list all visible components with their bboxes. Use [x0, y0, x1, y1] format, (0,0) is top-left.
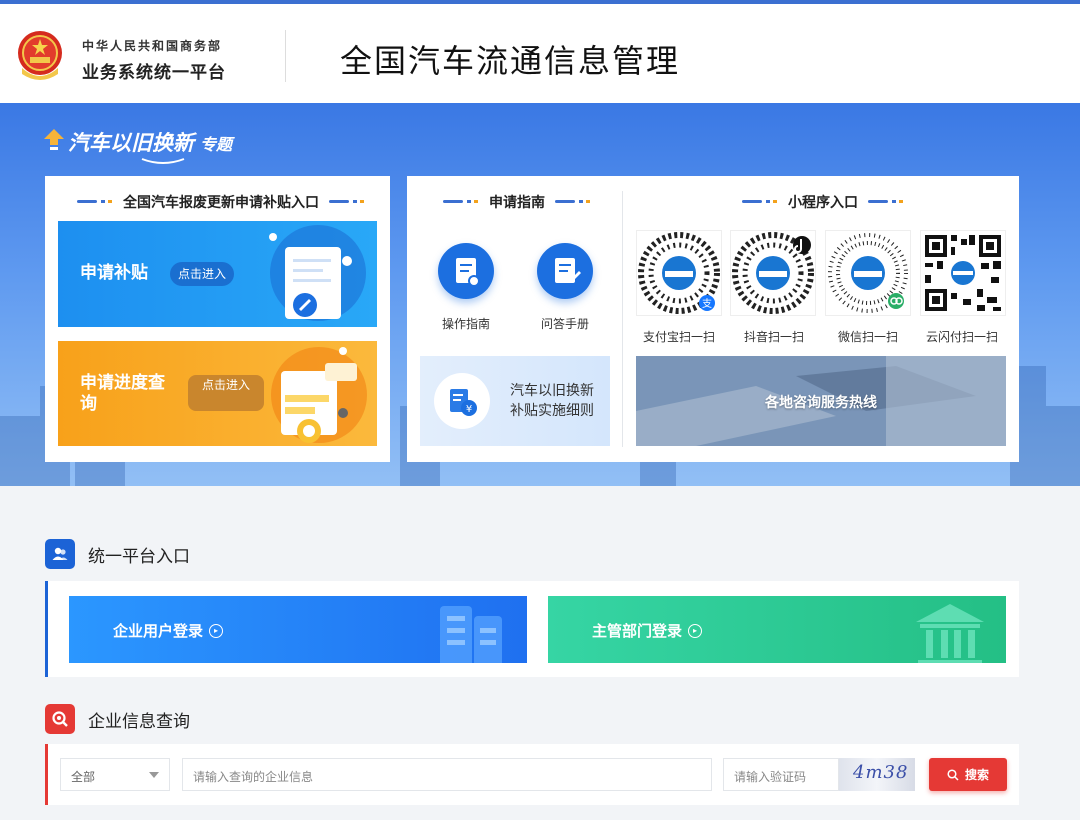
svg-text:支: 支 [702, 298, 712, 310]
application-guide-title: 申请指南 [489, 195, 545, 211]
application-progress-label: 申请进度查询 [80, 373, 165, 414]
subsidy-entry-heading: 全国汽车报废更新申请补贴入口 [77, 192, 365, 212]
rules-circle: ¥ [434, 373, 490, 429]
douyin-scan-label: 抖音扫一扫 [744, 330, 805, 344]
douyin-miniapp-qr-icon [732, 232, 814, 314]
national-emblem-icon [18, 31, 62, 80]
operation-guide-label: 操作指南 [442, 317, 491, 331]
document-badge-icon [438, 243, 494, 299]
topic-banner: 汽车以旧换新 专题 全国汽车报废更新申请补贴入口 申请补贴 点击进入 申请进度查… [0, 103, 1080, 486]
authority-login-button[interactable]: 主管部门登录 ▸ [548, 596, 1006, 663]
apply-subsidy-button[interactable]: 点击进入 [170, 262, 234, 286]
arrow-right-circle-icon: ▸ [209, 623, 224, 638]
miniapp-heading: 小程序入口 [742, 192, 904, 212]
unionpay-scan-label: 云闪付扫一扫 [926, 330, 999, 344]
company-query-panel: 全部 请输入查询的企业信息 请输入验证码 4m38 搜索 [45, 744, 1019, 805]
captcha-text: 4m38 [853, 762, 909, 783]
special-topic-title: 汽车以旧换新 [68, 131, 194, 155]
douyin-qr-code [730, 230, 816, 316]
government-building-icon [916, 604, 984, 663]
company-search-input[interactable]: 请输入查询的企业信息 [182, 758, 712, 791]
authority-login-label: 主管部门登录 [592, 622, 683, 640]
search-icon [947, 768, 959, 781]
chevron-down-icon [149, 772, 159, 778]
progress-document-icon [271, 347, 367, 443]
faq-manual-label: 问答手册 [541, 317, 590, 331]
special-topic-suffix: 专题 [200, 135, 233, 154]
company-query-title: 企业信息查询 [88, 711, 190, 732]
captcha-image[interactable]: 4m38 [839, 758, 915, 791]
consultation-hotline-label: 各地咨询服务热线 [765, 395, 877, 411]
users-icon [45, 539, 75, 569]
application-guide-heading: 申请指南 [443, 192, 591, 212]
platform-name: 业务系统统一平台 [82, 63, 226, 83]
alipay-scan-label: 支付宝扫一扫 [643, 330, 716, 344]
captcha-input[interactable]: 请输入验证码 [723, 758, 839, 791]
upgrade-arrow-icon [44, 129, 64, 150]
wechat-scan-label: 微信扫一扫 [838, 330, 899, 344]
apply-subsidy-tile[interactable]: 申请补贴 点击进入 [58, 221, 377, 327]
miniapp-title: 小程序入口 [788, 195, 858, 211]
captcha-placeholder: 请输入验证码 [734, 770, 807, 784]
header-divider [285, 30, 286, 82]
unionpay-qr-code [920, 230, 1006, 316]
yuan-document-icon: ¥ [450, 389, 477, 416]
scope-select[interactable]: 全部 [60, 758, 170, 791]
application-progress-button[interactable]: 点击进入 [188, 375, 264, 411]
subsidy-rules-link[interactable]: ¥ 汽车以旧换新补贴实施细则 [420, 356, 610, 446]
ministry-name: 中华人民共和国商务部 [82, 39, 223, 53]
enterprise-login-label: 企业用户登录 [113, 622, 204, 640]
system-title: 全国汽车流通信息管理 [340, 42, 681, 80]
guide-and-miniapp-card: 申请指南 操作指南 问答手册 ¥ 汽车以旧换新补贴实施细则 小程序入口 支 支付… [407, 176, 1019, 462]
swoosh-decoration [141, 158, 185, 164]
site-header: 中华人民共和国商务部 业务系统统一平台 全国汽车流通信息管理 [0, 4, 1080, 103]
enterprise-login-button[interactable]: 企业用户登录 ▸ [69, 596, 527, 663]
consultation-hotline-link[interactable]: 各地咨询服务热线 [636, 356, 1006, 446]
unified-entry-heading: 统一平台入口 [45, 539, 190, 569]
company-search-placeholder: 请输入查询的企业信息 [193, 770, 314, 784]
apply-subsidy-label: 申请补贴 [80, 263, 148, 283]
company-query-heading: 企业信息查询 [45, 704, 190, 734]
alipay-qr-code: 支 [636, 230, 722, 316]
search-button-label: 搜索 [964, 768, 989, 782]
arrow-right-circle-icon: ▸ [688, 623, 703, 638]
subsidy-entry-title: 全国汽车报废更新申请补贴入口 [123, 195, 319, 211]
subsidy-rules-label: 汽车以旧换新补贴实施细则 [510, 383, 594, 419]
unified-entry-panel: 企业用户登录 ▸ 主管部门登录 ▸ [45, 581, 1019, 677]
alipay-miniapp-qr-icon: 支 [638, 232, 720, 314]
application-form-icon [269, 225, 366, 321]
card-divider [622, 191, 623, 447]
unionpay-qr-icon [925, 235, 1001, 311]
application-progress-tile[interactable]: 申请进度查询 点击进入 [58, 341, 377, 446]
scope-select-value: 全部 [71, 770, 96, 784]
unified-entry-title: 统一平台入口 [88, 546, 190, 567]
pencil-document-icon [537, 243, 593, 299]
magnifier-icon [45, 704, 75, 734]
wechat-miniapp-qr-icon [828, 233, 908, 313]
search-button[interactable]: 搜索 [929, 758, 1007, 791]
subsidy-entry-card: 全国汽车报废更新申请补贴入口 申请补贴 点击进入 申请进度查询 点击进入 [45, 176, 390, 462]
svg-text:¥: ¥ [466, 404, 472, 415]
wechat-qr-code [825, 230, 911, 316]
buildings-icon [440, 606, 502, 663]
